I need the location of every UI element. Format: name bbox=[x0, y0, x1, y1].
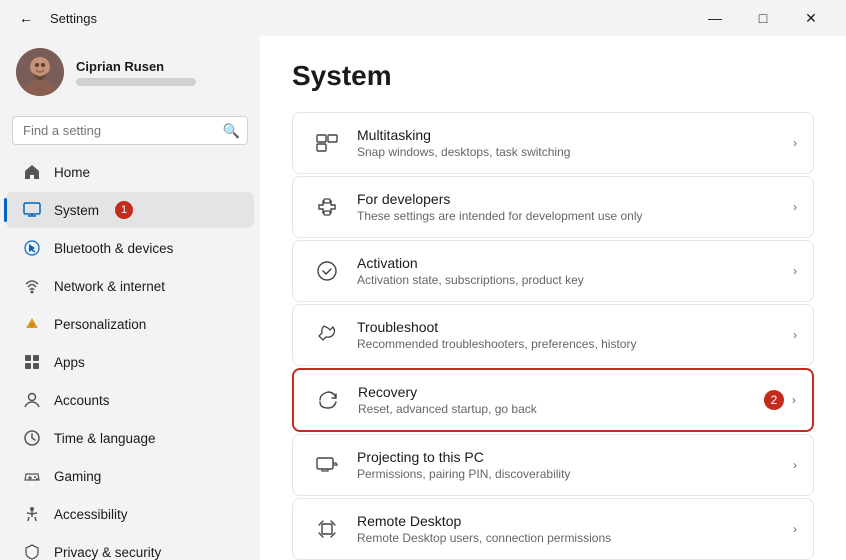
chevron-icon: › bbox=[793, 522, 797, 536]
activation-desc: Activation state, subscriptions, product… bbox=[357, 273, 793, 287]
chevron-icon: › bbox=[793, 264, 797, 278]
chevron-icon: › bbox=[793, 328, 797, 342]
user-profile[interactable]: Ciprian Rusen bbox=[0, 36, 260, 112]
settings-list: Multitasking Snap windows, desktops, tas… bbox=[292, 112, 814, 560]
sidebar-item-network[interactable]: Network & internet bbox=[6, 268, 254, 304]
recovery-title: Recovery bbox=[358, 384, 764, 400]
user-name: Ciprian Rusen bbox=[76, 59, 196, 74]
developers-title: For developers bbox=[357, 191, 793, 207]
bluetooth-icon bbox=[22, 238, 42, 258]
sidebar-item-bluetooth[interactable]: Bluetooth & devices bbox=[6, 230, 254, 266]
nav-label-accessibility: Accessibility bbox=[54, 507, 128, 522]
gaming-icon bbox=[22, 466, 42, 486]
minimize-button[interactable]: — bbox=[692, 2, 738, 34]
nav-label-home: Home bbox=[54, 165, 90, 180]
sidebar: Ciprian Rusen 🔍 Home bbox=[0, 36, 260, 560]
user-bar bbox=[76, 78, 196, 86]
time-icon bbox=[22, 428, 42, 448]
sidebar-item-system[interactable]: System 1 bbox=[6, 192, 254, 228]
nav-label-privacy: Privacy & security bbox=[54, 545, 161, 560]
search-input[interactable] bbox=[12, 116, 248, 145]
window-controls: — □ ✕ bbox=[692, 2, 834, 34]
projecting-desc: Permissions, pairing PIN, discoverabilit… bbox=[357, 467, 793, 481]
settings-item-multitasking[interactable]: Multitasking Snap windows, desktops, tas… bbox=[292, 112, 814, 174]
accessibility-icon bbox=[22, 504, 42, 524]
settings-item-activation[interactable]: Activation Activation state, subscriptio… bbox=[292, 240, 814, 302]
settings-item-remote[interactable]: Remote Desktop Remote Desktop users, con… bbox=[292, 498, 814, 560]
settings-item-recovery[interactable]: Recovery Reset, advanced startup, go bac… bbox=[292, 368, 814, 432]
system-badge: 1 bbox=[115, 201, 133, 219]
app-title: Settings bbox=[50, 11, 97, 26]
title-bar: ← Settings — □ ✕ bbox=[0, 0, 846, 36]
nav-label-bluetooth: Bluetooth & devices bbox=[54, 241, 173, 256]
multitasking-icon bbox=[309, 125, 345, 161]
nav-label-personalization: Personalization bbox=[54, 317, 146, 332]
nav-label-gaming: Gaming bbox=[54, 469, 101, 484]
remote-icon bbox=[309, 511, 345, 547]
accounts-icon bbox=[22, 390, 42, 410]
sidebar-item-apps[interactable]: Apps bbox=[6, 344, 254, 380]
multitasking-title: Multitasking bbox=[357, 127, 793, 143]
chevron-icon: › bbox=[793, 136, 797, 150]
projecting-title: Projecting to this PC bbox=[357, 449, 793, 465]
close-button[interactable]: ✕ bbox=[788, 2, 834, 34]
activation-title: Activation bbox=[357, 255, 793, 271]
settings-item-developers[interactable]: For developers These settings are intend… bbox=[292, 176, 814, 238]
sidebar-item-personalization[interactable]: Personalization bbox=[6, 306, 254, 342]
search-box[interactable]: 🔍 bbox=[12, 116, 248, 145]
settings-item-troubleshoot[interactable]: Troubleshoot Recommended troubleshooters… bbox=[292, 304, 814, 366]
network-icon bbox=[22, 276, 42, 296]
privacy-icon bbox=[22, 542, 42, 560]
main-content: System Multitasking Snap windows, deskto… bbox=[260, 36, 846, 560]
settings-item-projecting[interactable]: Projecting to this PC Permissions, pairi… bbox=[292, 434, 814, 496]
sidebar-item-privacy[interactable]: Privacy & security bbox=[6, 534, 254, 560]
chevron-icon: › bbox=[793, 458, 797, 472]
sidebar-item-home[interactable]: Home bbox=[6, 154, 254, 190]
app-container: Ciprian Rusen 🔍 Home bbox=[0, 36, 846, 560]
back-button[interactable]: ← bbox=[12, 4, 40, 32]
nav-label-network: Network & internet bbox=[54, 279, 165, 294]
page-title: System bbox=[292, 60, 814, 92]
projecting-icon bbox=[309, 447, 345, 483]
developers-desc: These settings are intended for developm… bbox=[357, 209, 793, 223]
maximize-button[interactable]: □ bbox=[740, 2, 786, 34]
nav-label-time: Time & language bbox=[54, 431, 156, 446]
multitasking-desc: Snap windows, desktops, task switching bbox=[357, 145, 793, 159]
activation-icon bbox=[309, 253, 345, 289]
recovery-badge: 2 bbox=[764, 390, 784, 410]
developers-icon bbox=[309, 189, 345, 225]
troubleshoot-title: Troubleshoot bbox=[357, 319, 793, 335]
remote-desc: Remote Desktop users, connection permiss… bbox=[357, 531, 793, 545]
troubleshoot-desc: Recommended troubleshooters, preferences… bbox=[357, 337, 793, 351]
avatar bbox=[16, 48, 64, 96]
recovery-desc: Reset, advanced startup, go back bbox=[358, 402, 764, 416]
sidebar-item-gaming[interactable]: Gaming bbox=[6, 458, 254, 494]
nav-label-system: System bbox=[54, 203, 99, 218]
sidebar-item-accounts[interactable]: Accounts bbox=[6, 382, 254, 418]
system-icon bbox=[22, 200, 42, 220]
nav-label-accounts: Accounts bbox=[54, 393, 110, 408]
chevron-icon: › bbox=[792, 393, 796, 407]
remote-title: Remote Desktop bbox=[357, 513, 793, 529]
search-icon: 🔍 bbox=[223, 122, 240, 139]
recovery-icon bbox=[310, 382, 346, 418]
apps-icon bbox=[22, 352, 42, 372]
home-icon bbox=[22, 162, 42, 182]
troubleshoot-icon bbox=[309, 317, 345, 353]
personalization-icon bbox=[22, 314, 42, 334]
chevron-icon: › bbox=[793, 200, 797, 214]
sidebar-item-time[interactable]: Time & language bbox=[6, 420, 254, 456]
sidebar-item-accessibility[interactable]: Accessibility bbox=[6, 496, 254, 532]
nav-label-apps: Apps bbox=[54, 355, 85, 370]
